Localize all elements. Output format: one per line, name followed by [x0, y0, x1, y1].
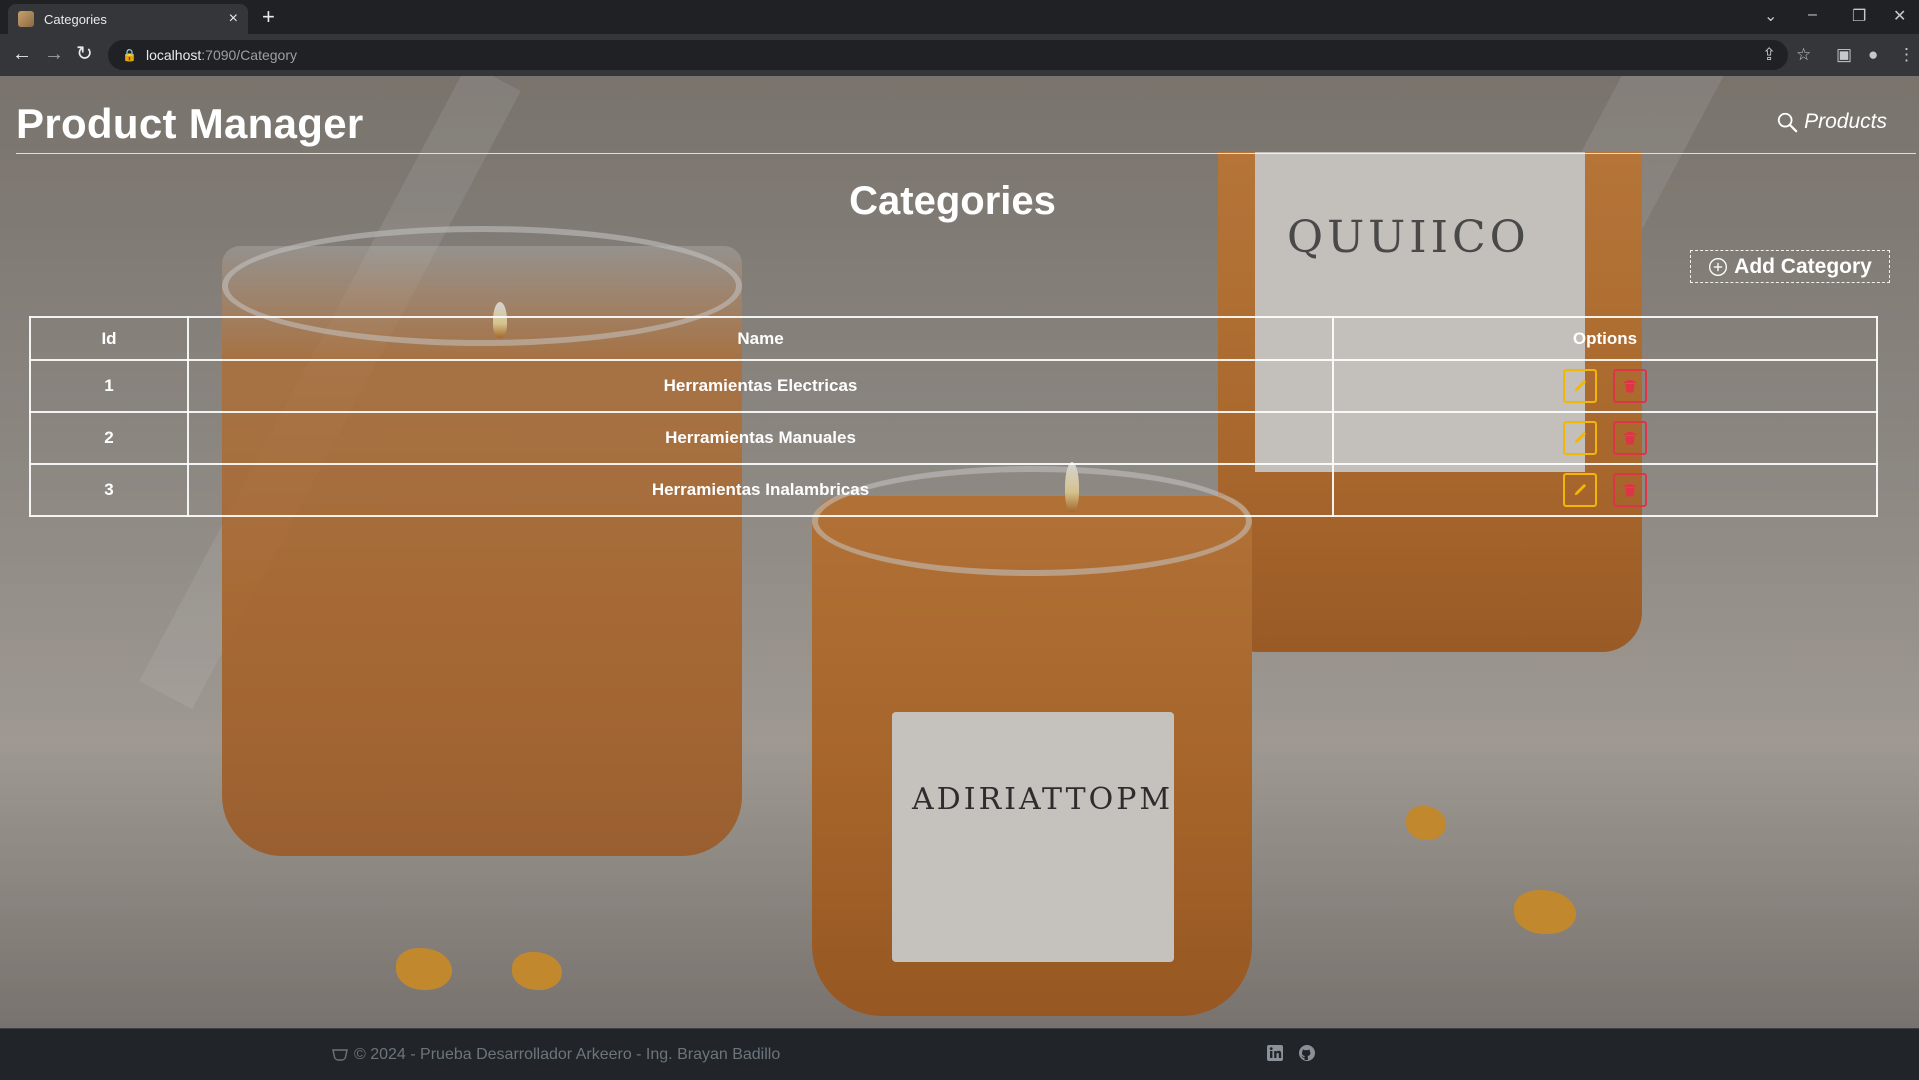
share-icon[interactable]: ⇪ [1762, 45, 1776, 65]
table-row: 3 Herramientas Inalambricas [29, 463, 1878, 517]
cell-id: 1 [29, 359, 189, 413]
cell-id: 3 [29, 463, 189, 517]
column-header-name: Name [187, 316, 1334, 361]
pencil-icon [1574, 431, 1587, 444]
cell-name: Herramientas Manuales [187, 411, 1334, 465]
forward-icon[interactable]: → [44, 44, 64, 64]
nav-products-link[interactable]: Products [1776, 110, 1887, 134]
window-close-icon[interactable]: ✕ [1893, 6, 1906, 26]
tab-close-icon[interactable]: × [229, 11, 238, 27]
favicon-icon [18, 11, 34, 27]
address-bar[interactable]: 🔒 localhost:7090/Category [108, 40, 1788, 70]
minimize-icon[interactable]: – [1808, 6, 1817, 24]
trash-icon [1624, 380, 1636, 393]
linkedin-icon[interactable] [1266, 1044, 1284, 1062]
app-page: Product Manager Products Categories Add … [0, 76, 1919, 1028]
cell-name: Herramientas Inalambricas [187, 463, 1334, 517]
lock-icon: 🔒 [122, 48, 137, 62]
table-header-row: Id Name Options [29, 316, 1878, 361]
url-host: localhost [146, 47, 202, 63]
url-path: :7090/Category [201, 47, 297, 63]
page-title: Categories [849, 179, 1056, 223]
edit-button[interactable] [1563, 421, 1597, 455]
tab-search-icon[interactable]: ⌄ [1764, 6, 1777, 26]
browser-tab[interactable]: Categories × [8, 4, 248, 34]
trash-icon [1624, 484, 1636, 497]
cell-name: Herramientas Electricas [187, 359, 1334, 413]
footer-credit: © 2024 - Prueba Desarrollador Arkeero - … [332, 1046, 780, 1064]
browser-tab-strip: Categories × + ⌄ – ❐ ✕ [0, 0, 1919, 34]
delete-button[interactable] [1613, 473, 1647, 507]
delete-button[interactable] [1613, 369, 1647, 403]
cup-icon [332, 1049, 348, 1061]
cell-id: 2 [29, 411, 189, 465]
table-row: 1 Herramientas Electricas [29, 359, 1878, 413]
cell-options [1332, 411, 1878, 465]
add-category-button[interactable]: Add Category [1690, 250, 1890, 283]
tab-title: Categories [44, 11, 107, 27]
new-tab-button[interactable]: + [262, 6, 275, 28]
reload-icon[interactable]: ↻ [76, 44, 93, 64]
plus-circle-icon [1709, 257, 1728, 276]
categories-table: Id Name Options 1 Herramientas Electrica… [29, 316, 1878, 517]
menu-kebab-icon[interactable]: ⋮ [1898, 45, 1915, 65]
nav-products-label: Products [1804, 110, 1887, 133]
delete-button[interactable] [1613, 421, 1647, 455]
pencil-icon [1574, 483, 1587, 496]
column-header-options: Options [1332, 316, 1878, 361]
table-row: 2 Herramientas Manuales [29, 411, 1878, 465]
edit-button[interactable] [1563, 473, 1597, 507]
edit-button[interactable] [1563, 369, 1597, 403]
footer-text: © 2024 - Prueba Desarrollador Arkeero - … [354, 1046, 781, 1063]
cell-options [1332, 359, 1878, 413]
bookmark-star-icon[interactable]: ☆ [1796, 45, 1811, 65]
back-icon[interactable]: ← [12, 44, 32, 64]
cell-options [1332, 463, 1878, 517]
trash-icon [1624, 432, 1636, 445]
footer: © 2024 - Prueba Desarrollador Arkeero - … [0, 1028, 1919, 1080]
github-icon[interactable] [1298, 1044, 1316, 1062]
header-divider [16, 153, 1916, 154]
search-icon [1777, 112, 1798, 133]
column-header-id: Id [29, 316, 189, 361]
add-category-label: Add Category [1734, 254, 1872, 278]
pencil-icon [1574, 379, 1587, 392]
browser-toolbar: ← → ↻ 🔒 localhost:7090/Category ⇪ ☆ ▣ ● … [0, 34, 1919, 76]
url-text[interactable]: localhost:7090/Category [146, 47, 297, 63]
restore-icon[interactable]: ❐ [1852, 6, 1866, 26]
profile-icon[interactable]: ● [1868, 45, 1878, 65]
brand-title[interactable]: Product Manager [16, 100, 364, 148]
side-panel-icon[interactable]: ▣ [1836, 45, 1852, 65]
